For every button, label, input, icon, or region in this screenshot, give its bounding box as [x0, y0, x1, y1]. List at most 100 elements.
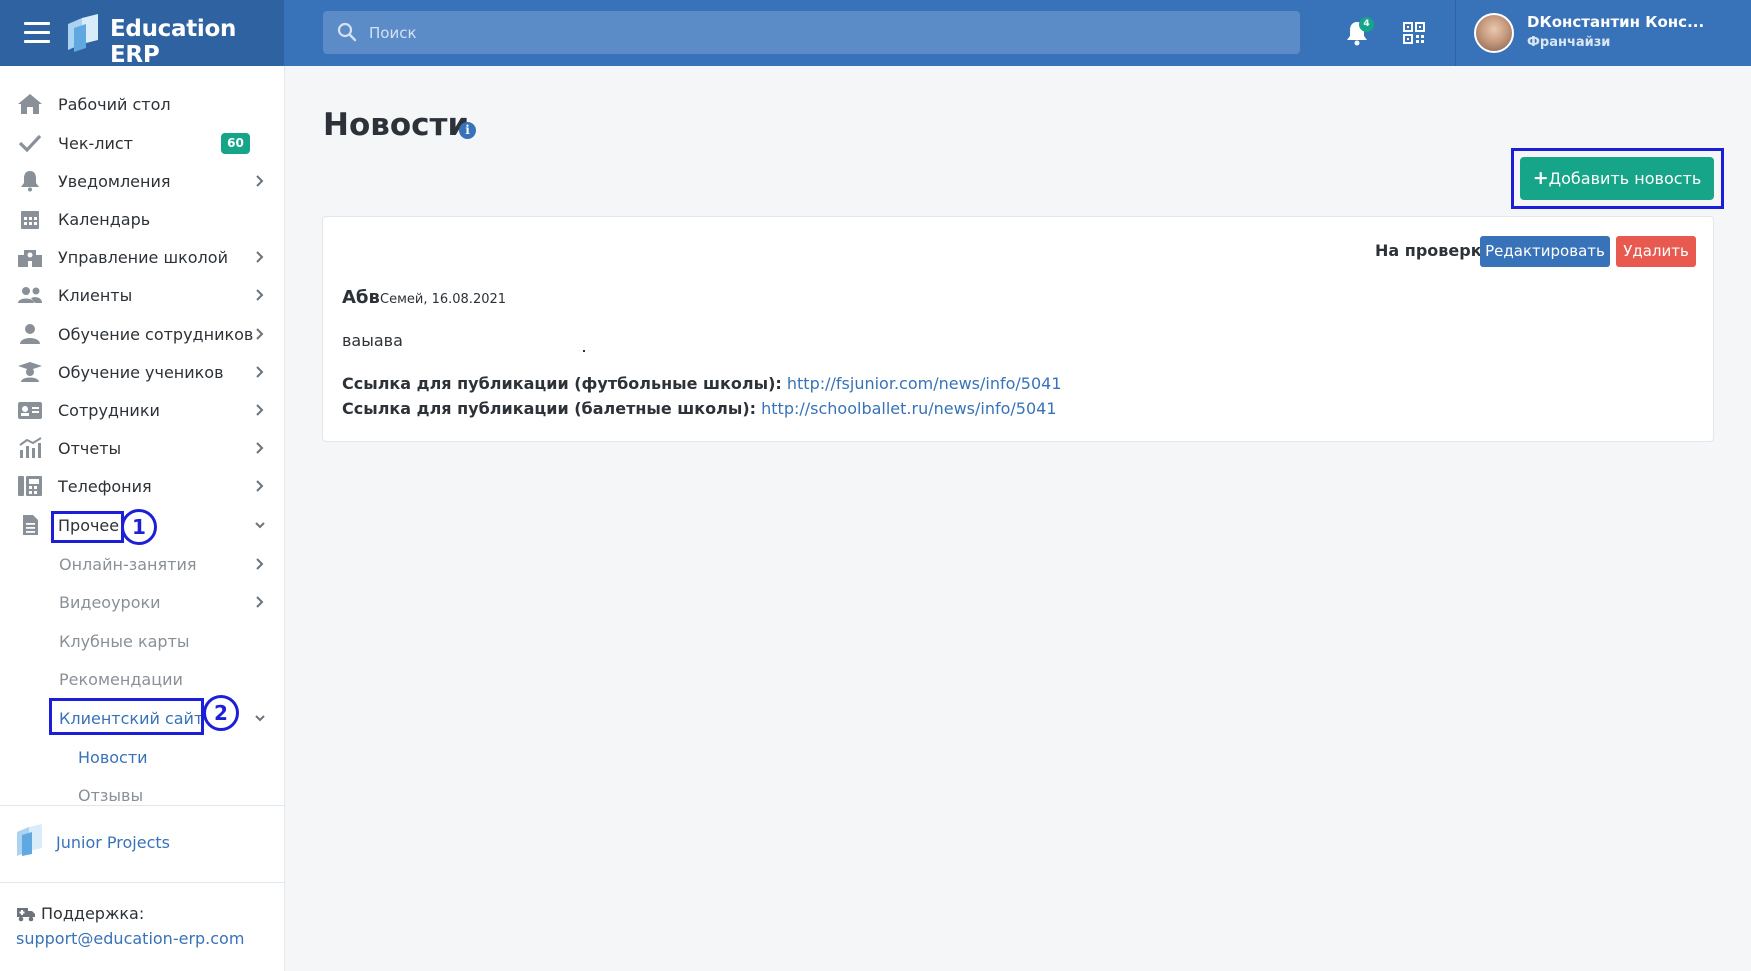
- sidebar-subitem-label: Видеоуроки: [59, 593, 161, 612]
- stray-dot: [583, 350, 585, 352]
- chevron-right-icon: [256, 328, 264, 340]
- junior-projects-logo-icon: [17, 824, 42, 856]
- news-title: Абв: [342, 287, 380, 308]
- fax-icon: [18, 476, 42, 496]
- publication-link-row-ballet: Ссылка для публикации (балетные школы): …: [342, 399, 1057, 418]
- sidebar-item-label: Календарь: [58, 210, 151, 229]
- bell-icon: [21, 171, 39, 192]
- menu-icon[interactable]: [24, 22, 50, 44]
- chevron-right-icon: [256, 289, 264, 301]
- sidebar-item-label: Чек-лист: [58, 134, 133, 153]
- sidebar-item-dashboard[interactable]: Рабочий стол: [0, 86, 285, 122]
- sidebar-subitem-label: Отзывы: [78, 786, 144, 805]
- sidebar-item-label: Сотрудники: [58, 401, 160, 420]
- annotation-highlight-box: [51, 511, 124, 543]
- sidebar-item-label: Обучение учеников: [58, 363, 224, 382]
- chevron-right-icon: [256, 404, 264, 416]
- support-label: Поддержка:: [41, 904, 145, 923]
- search-box[interactable]: [323, 11, 1300, 54]
- document-icon: [23, 515, 38, 535]
- chevron-right-icon: [256, 366, 264, 378]
- publication-link-row-football: Ссылка для публикации (футбольные школы)…: [342, 374, 1062, 393]
- sidebar-item-employees[interactable]: Сотрудники: [0, 392, 285, 428]
- sidebar-subitem-news[interactable]: Новости: [0, 740, 285, 774]
- page-title: Новости: [323, 107, 470, 143]
- sidebar-subitem-label: Новости: [78, 748, 148, 767]
- chevron-right-icon: [256, 442, 264, 454]
- sidebar-subitem-video-lessons[interactable]: Видеоуроки: [0, 585, 285, 619]
- publication-link-label: Ссылка для публикации (футбольные школы)…: [342, 374, 782, 393]
- sidebar-item-notifications[interactable]: Уведомления: [0, 163, 285, 199]
- user-avatar[interactable]: [1474, 13, 1514, 53]
- news-status-label: На проверке: [1375, 241, 1493, 260]
- check-icon: [18, 134, 42, 153]
- sidebar-item-label: Обучение сотрудников: [58, 325, 254, 344]
- add-news-button[interactable]: +Добавить новость: [1520, 157, 1714, 200]
- sidebar-item-label: Отчеты: [58, 439, 122, 458]
- plus-icon: +: [1532, 167, 1549, 189]
- publication-link-ballet[interactable]: http://schoolballet.ru/news/info/5041: [761, 399, 1056, 418]
- chevron-right-icon: [256, 251, 264, 263]
- sidebar-divider: [0, 805, 284, 806]
- sidebar-subitem-label: Онлайн-занятия: [59, 555, 197, 574]
- logo-icon: [68, 14, 98, 52]
- sidebar-subitem-reviews[interactable]: Отзывы: [0, 778, 285, 812]
- chart-icon: [19, 437, 42, 458]
- home-icon: [18, 94, 42, 114]
- sidebar-item-label: Клиенты: [58, 286, 133, 305]
- brand-area: Education ERP: [0, 0, 284, 68]
- junior-projects-link[interactable]: Junior Projects: [56, 833, 170, 852]
- info-icon[interactable]: i: [459, 122, 476, 139]
- user-role: Франчайзи: [1527, 35, 1611, 50]
- sidebar-item-label: Уведомления: [58, 172, 171, 191]
- sidebar-item-calendar[interactable]: Календарь: [0, 201, 285, 237]
- checklist-count-badge: 60: [221, 133, 250, 154]
- chevron-right-icon: [256, 480, 264, 492]
- annotation-step-1: 1: [121, 509, 157, 545]
- news-meta: Семей, 16.08.2021: [380, 292, 507, 307]
- sidebar-subitem-label: Рекомендации: [59, 670, 183, 689]
- edit-news-button[interactable]: Редактировать: [1480, 236, 1610, 267]
- chevron-right-icon: [256, 596, 264, 608]
- annotation-highlight-box: [49, 698, 204, 735]
- sidebar-item-school-management[interactable]: Управление школой: [0, 239, 285, 275]
- sidebar-item-label: Рабочий стол: [58, 95, 171, 114]
- annotation-step-2: 2: [203, 695, 239, 731]
- sidebar-item-telephony[interactable]: Телефония: [0, 468, 285, 504]
- qr-code-icon[interactable]: [1403, 22, 1425, 44]
- search-input[interactable]: [369, 11, 1269, 54]
- sidebar-item-label: Управление школой: [58, 248, 228, 267]
- sidebar-item-checklist[interactable]: Чек-лист 60: [0, 125, 285, 161]
- notifications-badge: 4: [1359, 17, 1374, 32]
- sidebar-item-label: Телефония: [58, 477, 152, 496]
- sidebar-divider: [0, 882, 284, 883]
- support-truck-icon: [17, 908, 35, 922]
- search-icon: [337, 22, 357, 42]
- calendar-icon: [21, 211, 39, 229]
- sidebar-item-staff-training[interactable]: Обучение сотрудников: [0, 316, 285, 352]
- sidebar-item-student-training[interactable]: Обучение учеников: [0, 354, 285, 390]
- top-bar: Education ERP 4 DКонстантин Конс... Фран…: [0, 0, 1751, 68]
- user-name[interactable]: DКонстантин Конс...: [1527, 13, 1704, 31]
- sidebar-item-reports[interactable]: Отчеты: [0, 430, 285, 466]
- chevron-down-icon: [255, 715, 265, 722]
- sidebar-subitem-label: Клубные карты: [59, 632, 190, 651]
- sidebar-subitem-recommendations[interactable]: Рекомендации: [0, 662, 285, 696]
- publication-link-football[interactable]: http://fsjunior.com/news/info/5041: [787, 374, 1062, 393]
- divider: [1455, 0, 1456, 66]
- sidebar-subitem-club-cards[interactable]: Клубные карты: [0, 624, 285, 658]
- chevron-right-icon: [256, 558, 264, 570]
- brand-name[interactable]: Education ERP: [110, 16, 284, 68]
- publication-link-label: Ссылка для публикации (балетные школы):: [342, 399, 757, 418]
- chevron-right-icon: [256, 175, 264, 187]
- sidebar-item-clients[interactable]: Клиенты: [0, 277, 285, 313]
- chevron-down-icon: [255, 522, 265, 529]
- user-tie-icon: [20, 324, 40, 344]
- graduate-icon: [18, 362, 42, 382]
- sidebar-subitem-online-classes[interactable]: Онлайн-занятия: [0, 547, 285, 581]
- school-icon: [18, 250, 42, 267]
- users-icon: [18, 287, 42, 303]
- delete-news-button[interactable]: Удалить: [1616, 236, 1696, 267]
- add-news-button-label: Добавить новость: [1548, 169, 1702, 188]
- support-email-link[interactable]: support@education-erp.com: [16, 929, 244, 948]
